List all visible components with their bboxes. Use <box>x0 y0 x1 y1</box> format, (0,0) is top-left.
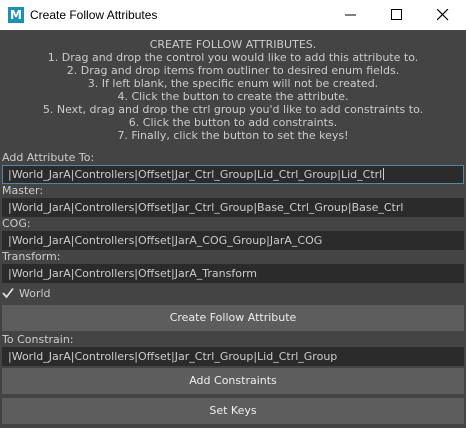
add-attribute-to-field[interactable]: |World_JarA|Controllers|Offset|Jar_Ctrl_… <box>2 165 464 184</box>
master-value: |World_JarA|Controllers|Offset|Jar_Ctrl_… <box>8 201 404 214</box>
master-field[interactable]: |World_JarA|Controllers|Offset|Jar_Ctrl_… <box>2 198 464 217</box>
instruction-step: 2. Drag and drop items from outliner to … <box>66 64 400 77</box>
instruction-step: 4. Click the button to create the attrib… <box>117 90 349 103</box>
instruction-step: 7. Finally, click the button to set the … <box>117 129 349 142</box>
maya-app-icon: M <box>8 7 24 23</box>
instruction-step: 5. Next, drag and drop the ctrl group yo… <box>42 103 424 116</box>
instructions-heading: CREATE FOLLOW ATTRIBUTES. <box>149 38 317 51</box>
to-constrain-field[interactable]: |World_JarA|Controllers|Offset|Jar_Ctrl_… <box>2 347 464 366</box>
minimize-icon <box>345 14 356 16</box>
cog-value: |World_JarA|Controllers|Offset|JarA_COG_… <box>8 234 323 247</box>
instruction-step: 6. Click the button to add constraints. <box>128 116 338 129</box>
window-title: Create Follow Attributes <box>30 8 158 22</box>
instruction-step: 3. If left blank, the specific enum will… <box>87 77 379 90</box>
add-attribute-to-label: Add Attribute To: <box>2 151 95 164</box>
world-checkbox-label: World <box>19 287 51 300</box>
add-attribute-to-value: |World_JarA|Controllers|Offset|Jar_Ctrl_… <box>8 168 383 181</box>
master-label: Master: <box>2 184 44 197</box>
cog-label: COG: <box>2 217 31 230</box>
title-bar: M Create Follow Attributes <box>0 0 466 30</box>
transform-label: Transform: <box>2 250 61 263</box>
checkmark-icon[interactable] <box>2 287 14 299</box>
transform-field[interactable]: |World_JarA|Controllers|Offset|JarA_Tran… <box>2 264 464 283</box>
create-follow-attribute-button[interactable]: Create Follow Attribute <box>2 305 464 331</box>
maximize-icon <box>391 9 402 20</box>
add-constraints-button[interactable]: Add Constraints <box>2 368 464 394</box>
maximize-button[interactable] <box>374 0 420 30</box>
cog-field[interactable]: |World_JarA|Controllers|Offset|JarA_COG_… <box>2 231 464 250</box>
set-keys-button[interactable]: Set Keys <box>2 398 464 424</box>
instructions-block: CREATE FOLLOW ATTRIBUTES. 1. Drag and dr… <box>0 38 466 142</box>
instruction-step: 1. Drag and drop the control you would l… <box>47 51 419 64</box>
to-constrain-value: |World_JarA|Controllers|Offset|Jar_Ctrl_… <box>8 350 338 363</box>
to-constrain-label: To Constrain: <box>2 333 74 346</box>
close-button[interactable] <box>420 0 466 30</box>
transform-value: |World_JarA|Controllers|Offset|JarA_Tran… <box>8 267 258 280</box>
text-caret <box>383 168 385 180</box>
close-icon <box>437 9 449 21</box>
minimize-button[interactable] <box>328 0 374 30</box>
